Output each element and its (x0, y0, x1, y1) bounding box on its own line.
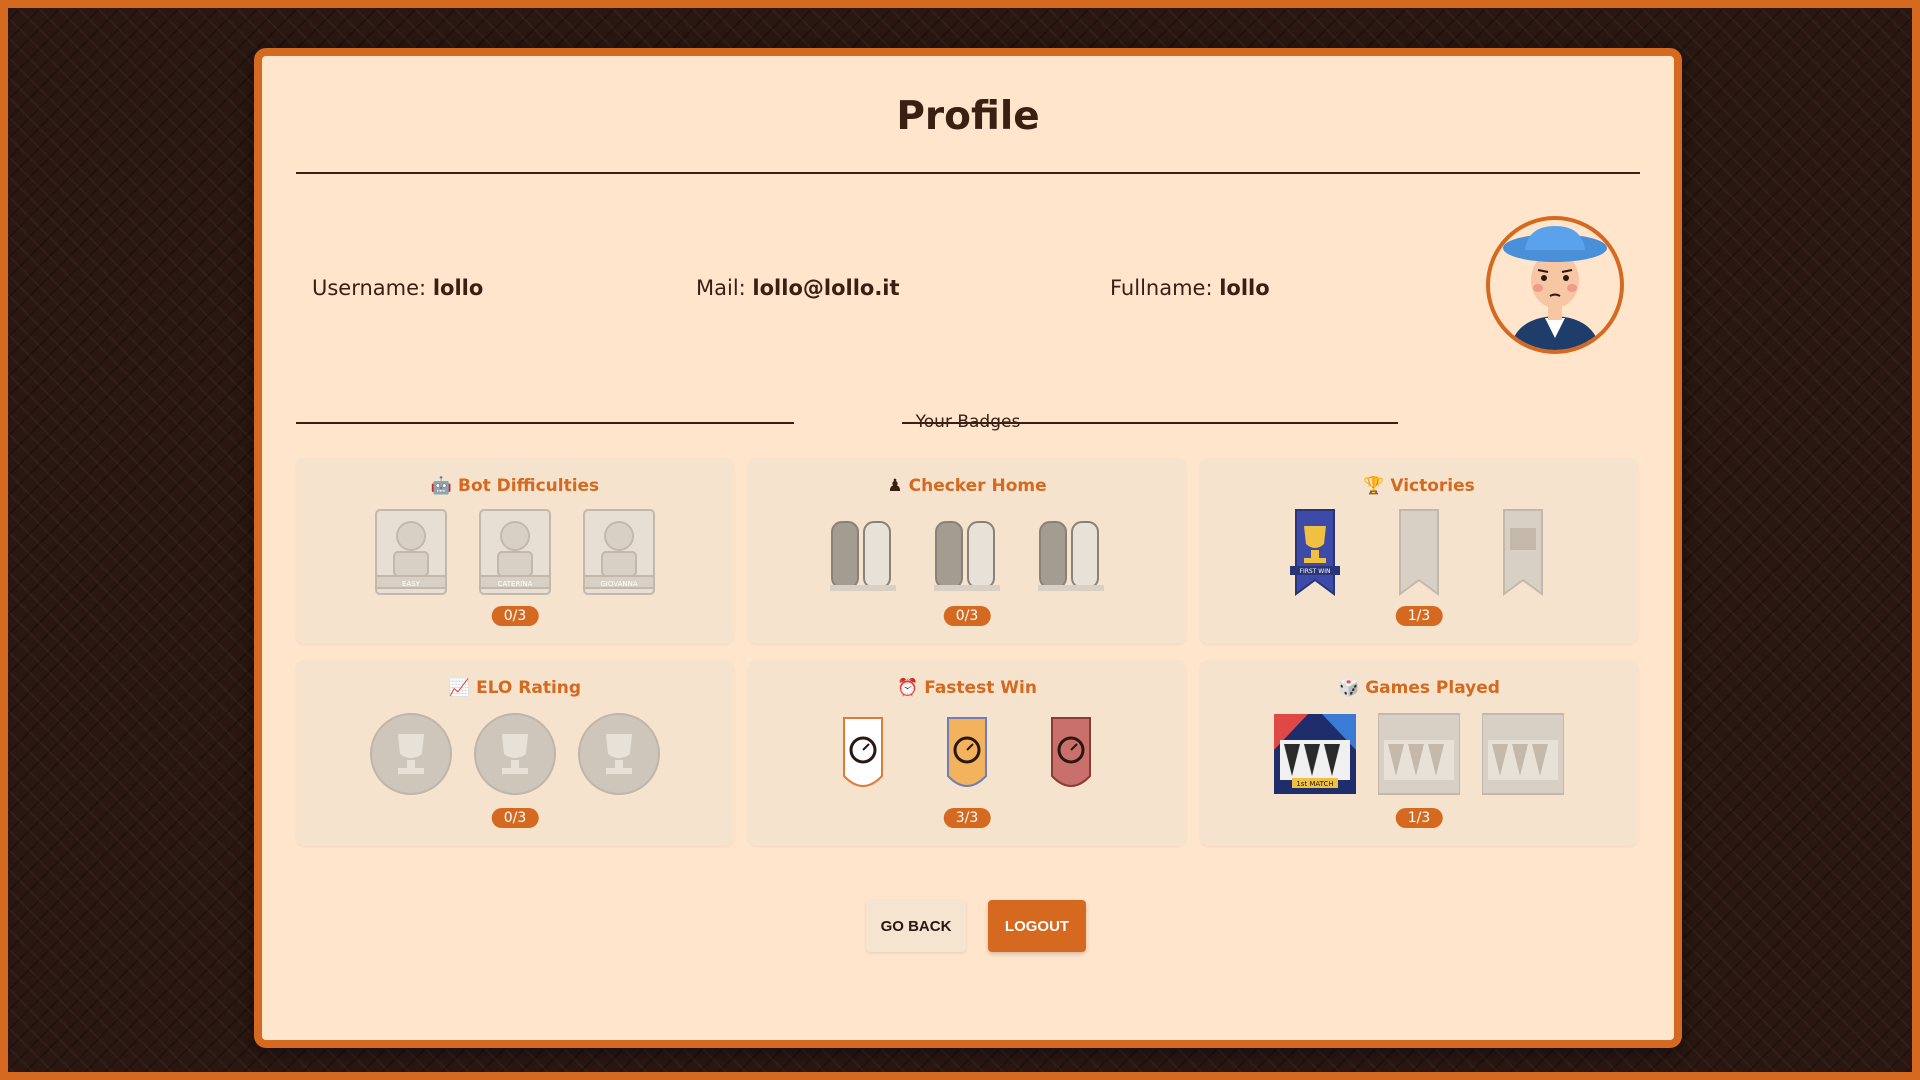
badge-first-win-label: FIRST WIN (1300, 568, 1331, 575)
badge-bot-easy-label: EASY (402, 580, 421, 588)
badge-progress: 3/3 (943, 808, 991, 828)
badge-group-games-played: 🎲 Games Played 1st MATCH 1/3 (1200, 660, 1638, 846)
badge-group-title: ♟ Checker Home (887, 476, 1047, 496)
badge-victories-2[interactable] (1378, 508, 1460, 596)
badge-group-title: ⏰ Fastest Win (897, 678, 1037, 698)
trophy-icon: 🏆 (1363, 476, 1385, 496)
badge-elo-1[interactable] (370, 710, 452, 798)
badge-group-title: 📈 ELO Rating (448, 678, 582, 698)
badge-elo-3[interactable] (578, 710, 660, 798)
badge-fastest-win-2[interactable] (926, 710, 1008, 798)
badge-progress: 0/3 (491, 606, 539, 626)
mail-label: Mail: (696, 276, 746, 300)
profile-card: Profile Username: lollo Mail: lollo@loll… (254, 48, 1682, 1048)
badge-list (748, 508, 1186, 596)
badge-group-checker-home: ♟ Checker Home 0/3 (748, 458, 1186, 644)
badge-list: 1st MATCH (1200, 710, 1638, 798)
badge-first-match-label: 1st MATCH (1296, 780, 1333, 788)
avatar[interactable] (1486, 216, 1624, 354)
badge-progress: 0/3 (943, 606, 991, 626)
robot-face-icon: 🤖 (430, 476, 452, 496)
mail-field: Mail: lollo@lollo.it (696, 276, 900, 300)
avatar-illustration (1503, 226, 1607, 350)
badge-first-win[interactable]: FIRST WIN (1274, 508, 1356, 596)
badge-bot-caterina-label: CATERINA (498, 580, 533, 588)
page-title: Profile (896, 94, 1040, 139)
badge-progress: 1/3 (1395, 606, 1443, 626)
badge-elo-2[interactable] (474, 710, 556, 798)
logout-button[interactable]: LOGOUT (988, 900, 1086, 952)
badge-victories-3[interactable] (1482, 508, 1564, 596)
badge-checker-home-1[interactable] (822, 508, 904, 596)
badge-group-fastest-win: ⏰ Fastest Win 3/3 (748, 660, 1186, 846)
badge-list (748, 710, 1186, 798)
die-icon: 🎲 (1338, 678, 1360, 698)
badge-group-bot-difficulties: 🤖 Bot Difficulties EASY CATERINA GIOVANN… (296, 458, 734, 644)
badge-bot-caterina[interactable]: CATERINA (474, 508, 556, 596)
alarm-clock-icon: ⏰ (897, 678, 919, 698)
badge-first-match[interactable]: 1st MATCH (1274, 710, 1356, 798)
badge-group-elo-rating: 📈 ELO Rating 0/3 (296, 660, 734, 846)
badge-progress: 1/3 (1395, 808, 1443, 828)
badge-bot-easy[interactable]: EASY (370, 508, 452, 596)
badge-bot-giovanna[interactable]: GIOVANNA (578, 508, 660, 596)
badge-bot-giovanna-label: GIOVANNA (600, 580, 637, 588)
badge-group-title: 🤖 Bot Difficulties (430, 476, 600, 496)
go-back-button[interactable]: GO BACK (866, 900, 966, 952)
mail-value: lollo@lollo.it (752, 276, 900, 300)
username-value: lollo (432, 276, 484, 300)
pawn-icon: ♟ (887, 476, 903, 496)
section-divider-right (902, 422, 1398, 424)
badge-fastest-win-1[interactable] (822, 710, 904, 798)
fullname-label: Fullname: (1110, 276, 1213, 300)
badge-checker-home-2[interactable] (926, 508, 1008, 596)
badge-checker-home-3[interactable] (1030, 508, 1112, 596)
badge-progress: 0/3 (491, 808, 539, 828)
badge-group-victories: 🏆 Victories FIRST WIN 1/3 (1200, 458, 1638, 644)
username-label: Username: (312, 276, 427, 300)
badge-group-title: 🏆 Victories (1363, 476, 1475, 496)
badge-list: EASY CATERINA GIOVANNA (296, 508, 734, 596)
username-field: Username: lollo (312, 276, 483, 300)
fullname-value: lollo (1219, 276, 1270, 300)
title-divider (296, 172, 1640, 174)
badge-list: FIRST WIN (1200, 508, 1638, 596)
chart-increasing-icon: 📈 (448, 678, 471, 698)
fullname-field: Fullname: lollo (1110, 276, 1270, 300)
badge-list (296, 710, 734, 798)
badge-fastest-win-3[interactable] (1030, 710, 1112, 798)
badge-games-played-3[interactable] (1482, 710, 1564, 798)
badge-games-played-2[interactable] (1378, 710, 1460, 798)
badge-group-title: 🎲 Games Played (1338, 678, 1500, 698)
